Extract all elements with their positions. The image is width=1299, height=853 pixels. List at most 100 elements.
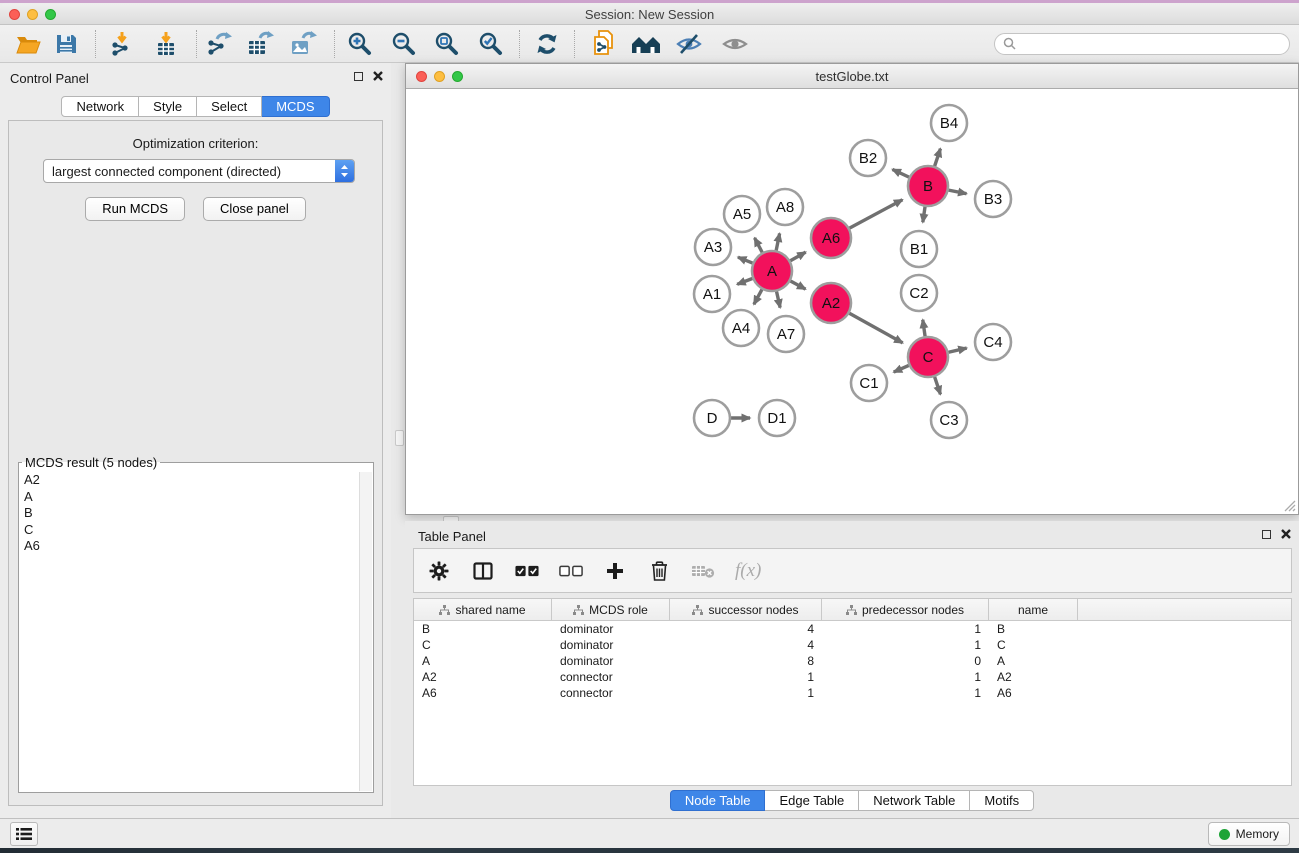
graph-node-A8[interactable]: A8 xyxy=(767,189,803,225)
table-settings-gear-icon[interactable] xyxy=(427,558,451,584)
tab-network[interactable]: Network xyxy=(61,96,139,117)
mcds-result-item[interactable]: A xyxy=(20,489,358,506)
table-row[interactable]: A2connector11A2 xyxy=(414,669,1291,685)
graph-node-B2[interactable]: B2 xyxy=(850,140,886,176)
table-row[interactable]: Cdominator41C xyxy=(414,637,1291,653)
save-session-icon[interactable] xyxy=(50,29,82,59)
network-canvas[interactable]: B4 B2 B B3 A5A8A6 B1 A3 A A1 C2 A2 A4A7 C4 C C1 C3 D D1 xyxy=(406,89,1298,514)
tab-network-table[interactable]: Network Table xyxy=(859,790,970,811)
tab-mcds[interactable]: MCDS xyxy=(262,96,329,117)
tab-select[interactable]: Select xyxy=(197,96,262,117)
graph-edge-C-C1[interactable] xyxy=(894,365,909,372)
mcds-result-item[interactable]: C xyxy=(20,522,358,539)
delete-table-icon[interactable] xyxy=(691,558,715,584)
graph-edge-A2-C[interactable] xyxy=(849,313,902,343)
column-header-shared-name[interactable]: shared name xyxy=(414,599,552,620)
zoom-selected-icon[interactable] xyxy=(475,29,507,59)
add-column-icon[interactable] xyxy=(603,558,627,584)
export-table-icon[interactable] xyxy=(244,29,276,59)
graph-edge-C-C3[interactable] xyxy=(935,377,941,394)
show-columns-icon[interactable] xyxy=(471,558,495,584)
zoom-out-icon[interactable] xyxy=(388,29,420,59)
criterion-dropdown[interactable]: largest connected component (directed) xyxy=(43,159,355,183)
mcds-result-item[interactable]: A2 xyxy=(20,472,358,489)
graph-node-B4[interactable]: B4 xyxy=(931,105,967,141)
table-row[interactable]: Bdominator41B xyxy=(414,621,1291,637)
float-panel-icon[interactable] xyxy=(354,72,363,81)
graph-node-A[interactable]: A xyxy=(752,251,792,291)
show-task-history-button[interactable] xyxy=(10,822,38,846)
graph-node-A3[interactable]: A3 xyxy=(695,229,731,265)
resize-grip-icon[interactable] xyxy=(1282,498,1296,512)
float-table-panel-icon[interactable] xyxy=(1262,530,1271,539)
close-panel-button[interactable]: Close panel xyxy=(203,197,306,221)
close-table-panel-icon[interactable] xyxy=(1281,529,1291,539)
graph-edge-B-B4[interactable] xyxy=(935,149,941,166)
zoom-in-icon[interactable] xyxy=(344,29,376,59)
column-header-predecessor-nodes[interactable]: predecessor nodes xyxy=(822,599,989,620)
network-graph[interactable]: B4 B2 B B3 A5A8A6 B1 A3 A A1 C2 A2 A4A7 C4 C C1 C3 D D1 xyxy=(406,89,1298,514)
main-titlebar[interactable]: Session: New Session xyxy=(0,3,1299,25)
graph-edge-A-A5[interactable] xyxy=(755,238,763,253)
graph-node-A5[interactable]: A5 xyxy=(724,196,760,232)
graph-edge-B-B3[interactable] xyxy=(949,190,967,194)
import-network-icon[interactable] xyxy=(106,29,138,59)
graph-edge-A6-B[interactable] xyxy=(850,200,903,228)
graph-node-B1[interactable]: B1 xyxy=(901,231,937,267)
graph-node-A2[interactable]: A2 xyxy=(811,283,851,323)
graph-edge-C-C4[interactable] xyxy=(948,348,966,352)
graph-edge-A-A3[interactable] xyxy=(738,257,753,263)
export-network-icon[interactable] xyxy=(203,29,235,59)
mcds-result-item[interactable]: A6 xyxy=(20,538,358,555)
table-row[interactable]: A6connector11A6 xyxy=(414,685,1291,701)
deselect-all-icon[interactable] xyxy=(559,558,583,584)
select-all-icon[interactable] xyxy=(515,558,539,584)
refresh-icon[interactable] xyxy=(531,29,563,59)
tab-style[interactable]: Style xyxy=(139,96,197,117)
graph-node-A7[interactable]: A7 xyxy=(768,316,804,352)
search-input[interactable] xyxy=(1021,37,1281,51)
graph-edge-B-B2[interactable] xyxy=(892,169,909,177)
show-panels-eye-icon[interactable] xyxy=(719,29,751,59)
column-header-successor-nodes[interactable]: successor nodes xyxy=(670,599,822,620)
graph-node-D[interactable]: D xyxy=(694,400,730,436)
close-panel-icon[interactable] xyxy=(373,71,383,81)
graph-edge-B-B1[interactable] xyxy=(923,207,925,222)
graph-node-B3[interactable]: B3 xyxy=(975,181,1011,217)
column-header-name[interactable]: name xyxy=(989,599,1078,620)
memory-button[interactable]: Memory xyxy=(1208,822,1290,846)
mcds-result-item[interactable]: B xyxy=(20,505,358,522)
graph-node-A1[interactable]: A1 xyxy=(694,276,730,312)
column-header-mcds-role[interactable]: MCDS role xyxy=(552,599,670,620)
graph-edge-A-A4[interactable] xyxy=(754,289,762,304)
vertical-divider-grip[interactable] xyxy=(395,430,404,446)
tab-node-table[interactable]: Node Table xyxy=(670,790,766,811)
graph-node-A6[interactable]: A6 xyxy=(811,218,851,258)
function-builder-icon[interactable]: f(x) xyxy=(735,560,761,582)
mcds-result-list[interactable]: A2ABCA6 xyxy=(20,472,358,791)
run-mcds-button[interactable]: Run MCDS xyxy=(85,197,185,221)
export-image-icon[interactable] xyxy=(287,29,319,59)
tab-motifs[interactable]: Motifs xyxy=(970,790,1034,811)
graph-node-C[interactable]: C xyxy=(908,337,948,377)
graph-node-C3[interactable]: C3 xyxy=(931,402,967,438)
graph-edge-C-C2[interactable] xyxy=(923,320,925,336)
graph-node-B[interactable]: B xyxy=(908,166,948,206)
open-session-icon[interactable] xyxy=(12,29,44,59)
graph-edge-A-A1[interactable] xyxy=(737,279,752,285)
graph-node-A4[interactable]: A4 xyxy=(723,310,759,346)
search-field[interactable] xyxy=(994,33,1290,55)
graph-node-C1[interactable]: C1 xyxy=(851,365,887,401)
mcds-result-scrollbar[interactable] xyxy=(359,472,372,791)
home-icon[interactable] xyxy=(630,29,662,59)
graph-edge-A-A8[interactable] xyxy=(776,233,779,250)
table-row[interactable]: Adominator80A xyxy=(414,653,1291,669)
graph-node-C4[interactable]: C4 xyxy=(975,324,1011,360)
tab-edge-table[interactable]: Edge Table xyxy=(765,790,859,811)
import-table-icon[interactable] xyxy=(150,29,182,59)
delete-column-trash-icon[interactable] xyxy=(647,558,671,584)
zoom-fit-icon[interactable] xyxy=(431,29,463,59)
graph-node-D1[interactable]: D1 xyxy=(759,400,795,436)
network-window-titlebar[interactable]: testGlobe.txt xyxy=(406,64,1298,89)
graph-node-C2[interactable]: C2 xyxy=(901,275,937,311)
